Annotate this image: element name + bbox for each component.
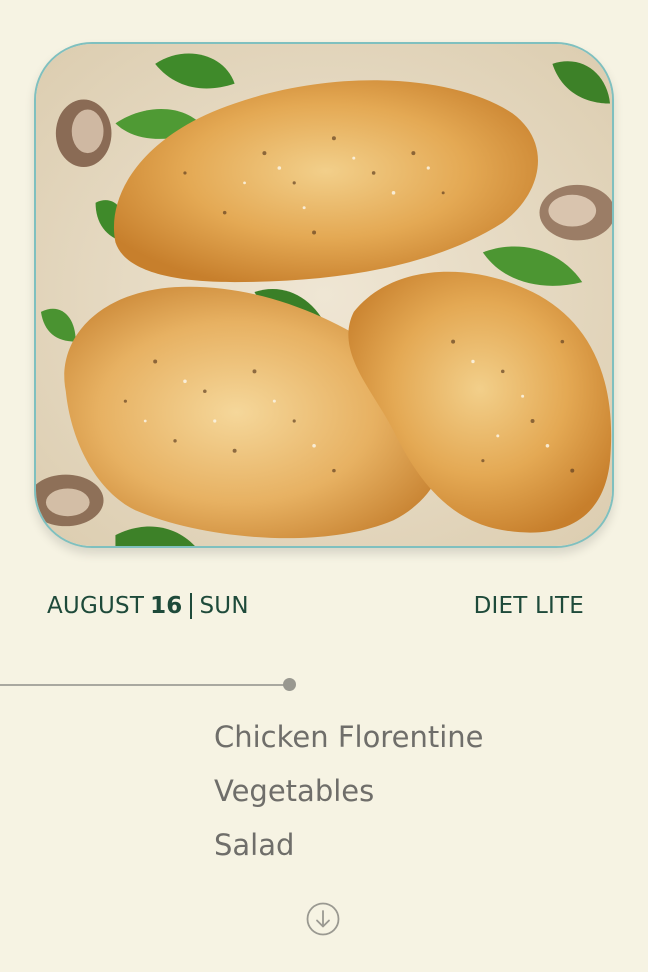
meal-date: AUGUST 16 SUN — [47, 593, 249, 619]
timeline-line — [0, 684, 284, 686]
date-month: AUGUST — [47, 593, 145, 619]
date-day: 16 — [150, 593, 183, 619]
meal-image — [34, 42, 614, 548]
date-separator — [189, 593, 192, 619]
menu-item: Salad — [214, 828, 295, 862]
arrow-down-circle-icon — [306, 902, 340, 936]
menu-item: Vegetables — [214, 774, 375, 808]
date-weekday: SUN — [199, 593, 249, 619]
meal-menu-list: Chicken Florentine Vegetables Salad — [214, 714, 483, 876]
timeline-dot — [283, 678, 296, 691]
chicken-florentine-illustration — [36, 44, 612, 546]
menu-item: Chicken Florentine — [214, 720, 484, 754]
diet-plan-label: DIET LITE — [473, 593, 584, 619]
scroll-down-button[interactable] — [306, 902, 340, 936]
date-plan-row: AUGUST 16 SUN DIET LITE — [47, 588, 584, 624]
